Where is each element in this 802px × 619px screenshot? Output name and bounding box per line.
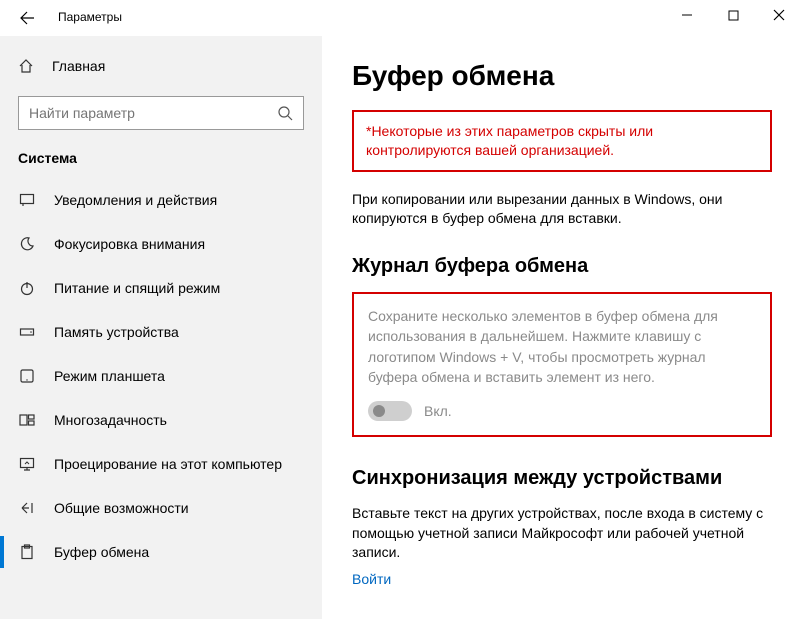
sidebar-item-focus[interactable]: Фокусировка внимания bbox=[0, 222, 322, 266]
search-box[interactable] bbox=[18, 96, 304, 130]
sidebar-item-label: Память устройства bbox=[54, 324, 179, 340]
clipboard-icon bbox=[18, 544, 36, 560]
sidebar-item-label: Многозадачность bbox=[54, 412, 167, 428]
sidebar-items: Уведомления и действия Фокусировка внима… bbox=[0, 178, 322, 619]
history-description: Сохраните несколько элементов в буфер об… bbox=[368, 306, 756, 387]
sidebar-item-power[interactable]: Питание и спящий режим bbox=[0, 266, 322, 310]
home-label: Главная bbox=[52, 58, 105, 74]
history-toggle-label: Вкл. bbox=[424, 403, 452, 419]
minimize-button[interactable] bbox=[664, 0, 710, 30]
tablet-icon bbox=[18, 368, 36, 384]
minimize-icon bbox=[681, 9, 693, 21]
history-heading: Журнал буфера обмена bbox=[352, 255, 772, 278]
maximize-icon bbox=[728, 10, 739, 21]
sidebar-item-multitasking[interactable]: Многозадачность bbox=[0, 398, 322, 442]
moon-icon bbox=[18, 236, 36, 252]
page-title: Буфер обмена bbox=[352, 60, 772, 92]
maximize-button[interactable] bbox=[710, 0, 756, 30]
multitask-icon bbox=[18, 412, 36, 428]
sidebar-item-label: Фокусировка внимания bbox=[54, 236, 205, 252]
sync-description: Вставьте текст на других устройствах, по… bbox=[352, 504, 772, 563]
window-controls bbox=[664, 0, 802, 30]
sidebar-item-label: Проецирование на этот компьютер bbox=[54, 456, 282, 472]
content-panel: Буфер обмена *Некоторые из этих параметр… bbox=[322, 36, 802, 619]
search-input[interactable] bbox=[29, 105, 277, 121]
home-icon bbox=[18, 58, 34, 74]
history-toggle[interactable] bbox=[368, 401, 412, 421]
power-icon bbox=[18, 280, 36, 296]
history-section: Сохраните несколько элементов в буфер об… bbox=[352, 292, 772, 437]
org-managed-notice: *Некоторые из этих параметров скрыты или… bbox=[352, 110, 772, 172]
arrow-left-icon bbox=[19, 10, 35, 26]
sidebar-item-storage[interactable]: Память устройства bbox=[0, 310, 322, 354]
sidebar-item-clipboard[interactable]: Буфер обмена bbox=[0, 530, 322, 574]
sidebar-item-label: Общие возможности bbox=[54, 500, 189, 516]
settings-window: Параметры Главная bbox=[0, 0, 802, 619]
sidebar-item-label: Режим планшета bbox=[54, 368, 165, 384]
sidebar-item-projecting[interactable]: Проецирование на этот компьютер bbox=[0, 442, 322, 486]
window-body: Главная Система Уведомления и действия Ф… bbox=[0, 36, 802, 619]
sidebar-item-shared[interactable]: Общие возможности bbox=[0, 486, 322, 530]
titlebar: Параметры bbox=[0, 0, 802, 36]
sidebar-item-label: Буфер обмена bbox=[54, 544, 149, 560]
storage-icon bbox=[18, 324, 36, 340]
project-icon bbox=[18, 456, 36, 472]
back-button[interactable] bbox=[4, 2, 50, 34]
sidebar-group-label: Система bbox=[0, 144, 322, 178]
sidebar-item-label: Уведомления и действия bbox=[54, 192, 217, 208]
sidebar-item-tablet[interactable]: Режим планшета bbox=[0, 354, 322, 398]
sidebar-item-label: Питание и спящий режим bbox=[54, 280, 220, 296]
sign-in-link[interactable]: Войти bbox=[352, 571, 772, 587]
history-toggle-row: Вкл. bbox=[368, 401, 756, 421]
message-icon bbox=[18, 192, 36, 208]
close-icon bbox=[773, 9, 785, 21]
sidebar-item-notifications[interactable]: Уведомления и действия bbox=[0, 178, 322, 222]
window-title: Параметры bbox=[50, 0, 664, 24]
sync-heading: Синхронизация между устройствами bbox=[352, 467, 772, 490]
search-icon bbox=[277, 105, 293, 121]
toggle-knob bbox=[373, 405, 385, 417]
sidebar: Главная Система Уведомления и действия Ф… bbox=[0, 36, 322, 619]
home-link[interactable]: Главная bbox=[0, 46, 322, 86]
clipboard-intro: При копировании или вырезании данных в W… bbox=[352, 190, 772, 229]
share-icon bbox=[18, 500, 36, 516]
close-button[interactable] bbox=[756, 0, 802, 30]
